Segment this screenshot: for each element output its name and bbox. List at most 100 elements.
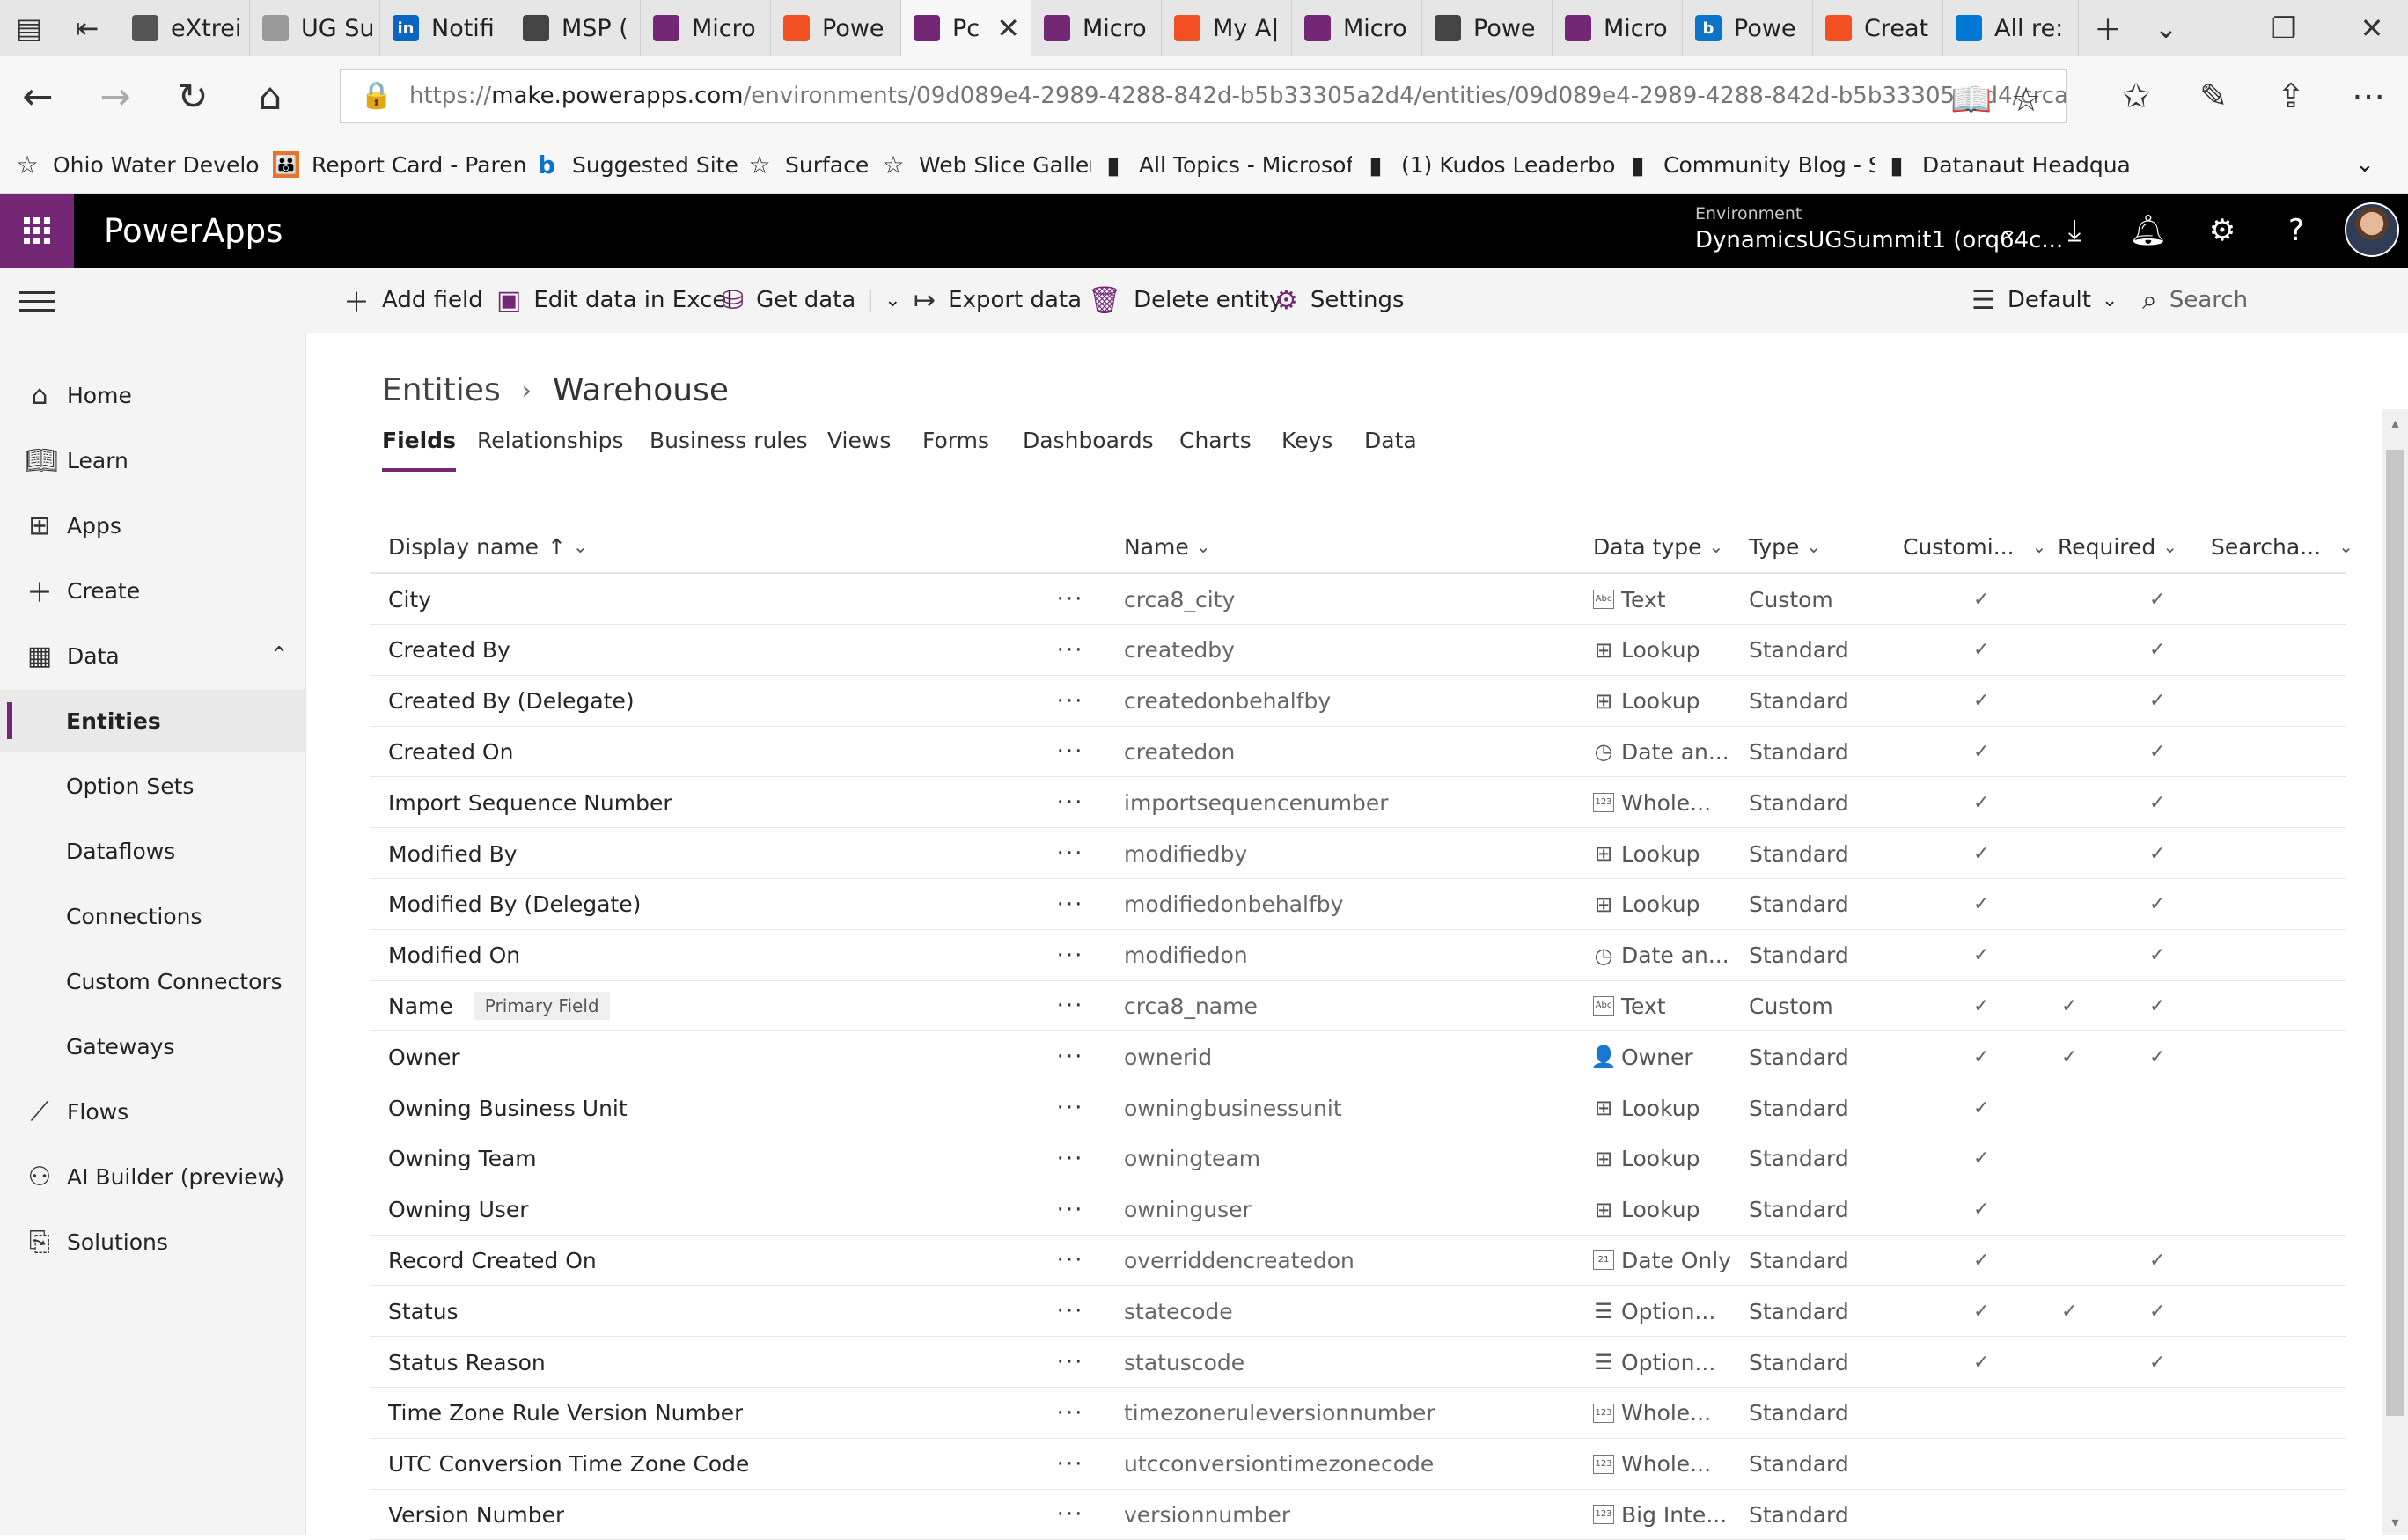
browser-tab[interactable]: Micro (1031, 0, 1162, 56)
field-display-name[interactable]: Owning Team (388, 1133, 537, 1184)
table-row[interactable]: Modified On ··· modifiedon ◷ Date an... Stand… (370, 930, 2346, 981)
field-display-name[interactable]: Created On (388, 726, 513, 777)
table-row[interactable]: Version Number ··· versionnumber 123 Big Int… (370, 1489, 2346, 1540)
close-window-icon[interactable]: ✕ (2343, 0, 2401, 56)
column-header-display-name[interactable]: Display name ↑ ⌄ (388, 519, 588, 574)
browser-tab[interactable]: Micro (1553, 0, 1683, 56)
search-input[interactable]: ⌕ Search (2142, 268, 2248, 333)
more-options-icon[interactable]: ··· (1051, 828, 1090, 879)
share-icon[interactable]: ⇪ (2260, 67, 2322, 125)
table-row[interactable]: Owning Team ··· owningteam ⊞ Lookup Standard ✓ (370, 1133, 2346, 1184)
more-options-icon[interactable]: ··· (1051, 1337, 1090, 1388)
scrollbar-thumb[interactable] (2386, 450, 2404, 1416)
browser-tab[interactable]: Powe (1422, 0, 1553, 56)
breadcrumb-entities-link[interactable]: Entities (382, 372, 501, 408)
nav-item[interactable]: Gateways (0, 1016, 306, 1077)
favorite-link[interactable]: ☆ Surface (746, 136, 871, 194)
more-options-icon[interactable]: ··· (1051, 1031, 1090, 1082)
refresh-icon[interactable]: ↻ (164, 67, 222, 125)
tab-business-rules[interactable]: Business rules (650, 428, 808, 475)
favorite-link[interactable]: b Suggested Sites (533, 136, 738, 194)
column-header-required[interactable]: Required ⌄ (2058, 519, 2177, 574)
app-launcher-icon[interactable] (0, 194, 74, 268)
table-row[interactable]: Owning Business Unit ··· owningbusinessuni… (370, 1082, 2346, 1133)
notification-bell-icon[interactable]: 🔔︎ (2111, 194, 2185, 268)
add-field-button[interactable]: ＋ Add field (343, 268, 483, 333)
view-selector[interactable]: ☰ Default ⌄ (1971, 268, 2118, 333)
field-display-name[interactable]: Modified By (Delegate) (388, 879, 641, 930)
field-display-name[interactable]: Owning Business Unit (388, 1082, 628, 1133)
more-options-icon[interactable]: ··· (1051, 1184, 1090, 1236)
more-options-icon[interactable]: ··· (1051, 676, 1090, 727)
table-row[interactable]: City ··· crca8_city Abc Text Custom ✓ ✓ (370, 574, 2346, 625)
settings-button[interactable]: ⚙ Settings (1274, 268, 1405, 333)
tab-charts[interactable]: Charts (1179, 428, 1252, 475)
hamburger-menu-icon[interactable] (19, 283, 55, 319)
more-options-icon[interactable]: ··· (1051, 777, 1090, 828)
table-row[interactable]: Time Zone Rule Version Number ··· timezone… (370, 1388, 2346, 1439)
browser-tab[interactable]: UG Su (250, 0, 380, 56)
table-row[interactable]: Status Reason ··· statuscode ☰ Option... Stan… (370, 1337, 2346, 1388)
more-options-icon[interactable]: ··· (1051, 726, 1090, 777)
tab-views[interactable]: Views (827, 428, 891, 475)
gear-icon[interactable]: ⚙ (2185, 194, 2259, 268)
avatar[interactable] (2345, 202, 2399, 257)
field-display-name[interactable]: Status Reason (388, 1337, 546, 1388)
favorite-link[interactable]: ▮ All Topics - Microsoft (1100, 136, 1352, 194)
scroll-down-icon[interactable]: ▾ (2382, 1508, 2408, 1535)
table-row[interactable]: Created By ··· createdby ⊞ Lookup Standard ✓ ✓ (370, 625, 2346, 676)
app-title[interactable]: PowerApps (104, 194, 283, 268)
table-row[interactable]: Status ··· statecode ☰ Option... Standard ✓ ✓ ✓ (370, 1286, 2346, 1338)
chevron-down-icon[interactable]: ⌄ (269, 1163, 289, 1190)
nav-item[interactable]: ＋ Create (0, 560, 306, 621)
table-row[interactable]: UTC Conversion Time Zone Code ··· utcconve… (370, 1439, 2346, 1490)
get-data-button[interactable]: ⛁ Get data | ⌄ (722, 268, 901, 333)
browser-tab[interactable]: b Powe (1683, 0, 1813, 56)
table-row[interactable]: Name Primary Field ··· crca8_name Abc Text Cus… (370, 980, 2346, 1032)
chevron-down-icon[interactable]: ⌄ (885, 290, 900, 312)
field-display-name[interactable]: Modified By (388, 828, 518, 879)
nav-item[interactable]: Custom Connectors (0, 950, 306, 1012)
favorite-link[interactable]: ▮ Datanaut Headquarte (1883, 136, 2130, 194)
table-row[interactable]: Owning User ··· owninguser ⊞ Lookup Standard ✓ (370, 1184, 2346, 1236)
tab-fields[interactable]: Fields (382, 428, 456, 475)
nav-item[interactable]: 📖︎ Learn (0, 429, 306, 491)
nav-item[interactable]: ⌂ Home (0, 364, 306, 426)
table-row[interactable]: Created By (Delegate) ··· createdonbehalfb… (370, 676, 2346, 727)
tab-forms[interactable]: Forms (922, 428, 989, 475)
field-display-name[interactable]: Owning User (388, 1184, 529, 1236)
set-aside-tabs-icon[interactable]: ⇤ (58, 0, 116, 56)
field-display-name[interactable]: Import Sequence Number (388, 777, 672, 828)
more-icon[interactable]: ⋯ (2338, 67, 2399, 125)
field-display-name[interactable]: Owner (388, 1031, 460, 1082)
column-header-searchable[interactable]: Searcha... ⌄ (2211, 519, 2353, 574)
field-display-name[interactable]: Modified On (388, 930, 520, 981)
column-header-type[interactable]: Type ⌄ (1749, 519, 1821, 574)
browser-tab[interactable]: Pc ✕ (901, 0, 1031, 56)
more-options-icon[interactable]: ··· (1051, 1489, 1090, 1540)
close-tab-icon[interactable]: ✕ (996, 11, 1020, 45)
field-display-name[interactable]: UTC Conversion Time Zone Code (388, 1439, 749, 1490)
field-display-name[interactable]: Version Number (388, 1489, 564, 1540)
edit-excel-button[interactable]: ▣ Edit data in Excel (496, 268, 733, 333)
browser-tab[interactable]: All re: (1943, 0, 2079, 56)
delete-entity-button[interactable]: 🗑︎ Delete entity (1088, 268, 1282, 333)
nav-item[interactable]: ▦ Data ⌃ (0, 625, 306, 686)
tab-actions-icon[interactable]: ▤ (0, 0, 58, 56)
nav-item[interactable]: Option Sets (0, 755, 306, 817)
pen-icon[interactable]: ✎ (2183, 67, 2244, 125)
favorite-link[interactable]: ☆ Web Slice Gallery (880, 136, 1091, 194)
browser-tab[interactable]: eXtrei (120, 0, 250, 56)
back-icon[interactable]: ← (9, 67, 67, 125)
browser-tab[interactable]: Powe (771, 0, 901, 56)
field-display-name[interactable]: Time Zone Rule Version Number (388, 1388, 743, 1439)
favorite-link[interactable]: ☆ Ohio Water Developr (14, 136, 261, 194)
table-row[interactable]: Import Sequence Number ··· importsequencen… (370, 777, 2346, 829)
more-options-icon[interactable]: ··· (1051, 1133, 1090, 1184)
favorite-link[interactable]: ▮ Community Blog - Sta (1625, 136, 1875, 194)
tab-keys[interactable]: Keys (1281, 428, 1332, 475)
table-row[interactable]: Modified By (Delegate) ··· modifiedonbehal… (370, 879, 2346, 930)
vertical-scrollbar[interactable]: ▴ ▾ (2382, 409, 2408, 1535)
column-header-customizable[interactable]: Customi... ⌄ (1903, 519, 2046, 574)
nav-item[interactable]: ⟋ Flows (0, 1081, 306, 1142)
